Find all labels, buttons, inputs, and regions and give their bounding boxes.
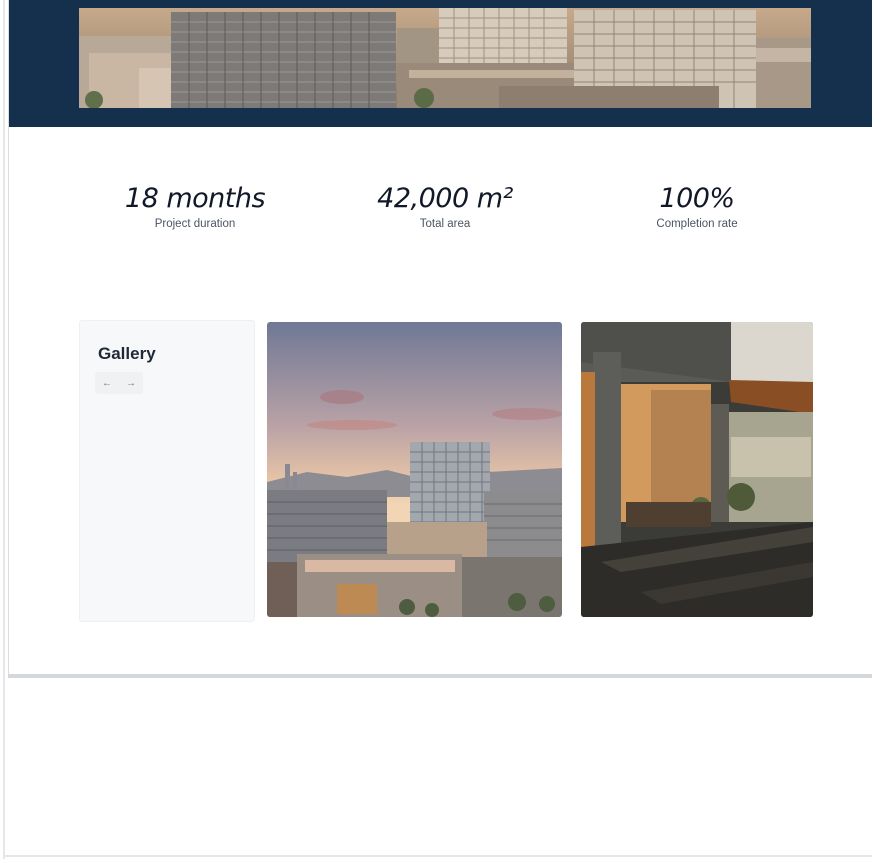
frame-bottom-edge [3, 855, 872, 857]
gallery-navigation: ← → [95, 372, 143, 394]
stat-project-duration: 18 months Project duration [75, 182, 315, 230]
gallery-panel: Gallery ← → [79, 320, 255, 622]
gallery-title: Gallery [98, 344, 156, 363]
stat-value: 18 months [124, 183, 266, 214]
browser-frame: 18 months Project duration 42,000 m² Tot… [0, 0, 872, 859]
project-page: 18 months Project duration 42,000 m² Tot… [8, 0, 872, 676]
gallery-image-modern-interior[interactable] [581, 322, 813, 617]
gallery-prev-button[interactable]: ← [95, 372, 119, 394]
page-bottom-divider [8, 674, 872, 677]
stat-label: Completion rate [656, 218, 738, 230]
arrow-right-icon: → [126, 377, 136, 389]
stat-completion-rate: 100% Completion rate [577, 182, 817, 230]
gallery-image-city-aerial[interactable] [267, 322, 562, 617]
hero-image-buildings [79, 8, 811, 108]
stat-label: Project duration [154, 218, 236, 230]
arrow-left-icon: ← [102, 377, 112, 389]
gallery-next-button[interactable]: → [119, 372, 143, 394]
stat-total-area: 42,000 m² Total area [325, 182, 565, 230]
stat-value: 42,000 m² [377, 183, 513, 214]
frame-left-edge [3, 0, 5, 859]
stat-value: 100% [659, 183, 735, 214]
hero-banner [9, 0, 872, 127]
stat-label: Total area [419, 218, 471, 230]
